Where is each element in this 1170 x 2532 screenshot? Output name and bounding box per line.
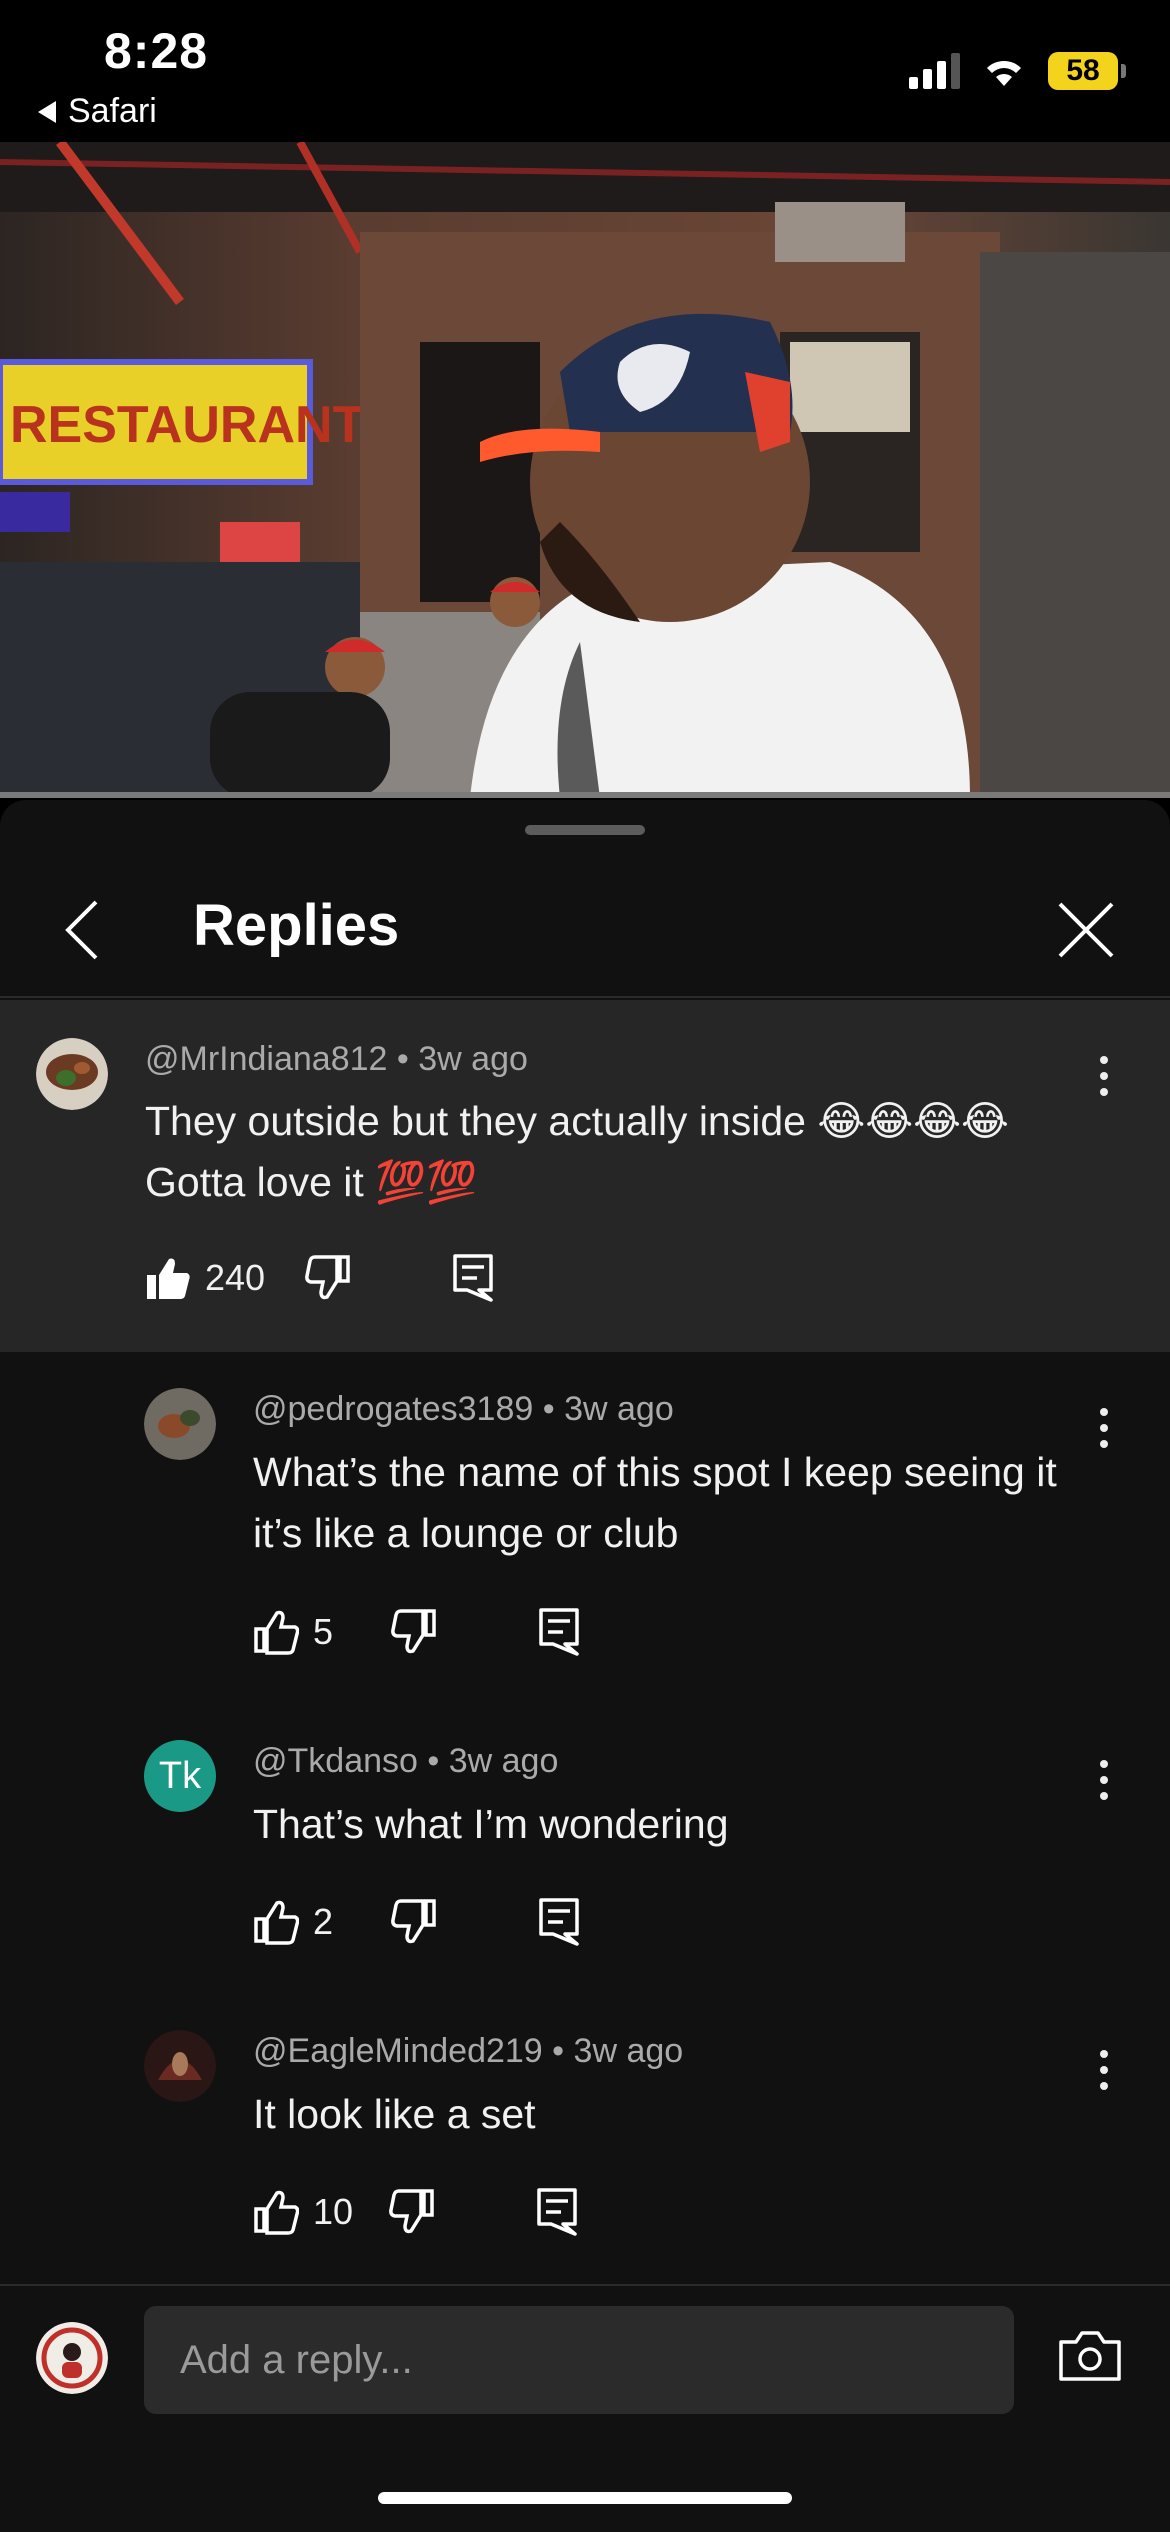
camera-button[interactable] (1058, 2330, 1122, 2387)
comment-age: 3w ago (564, 1390, 674, 1428)
sheet-drag-handle[interactable] (525, 825, 645, 835)
comment-age: 3w ago (573, 2032, 684, 2070)
thumbs-up-icon (254, 1610, 299, 1655)
user-avatar[interactable] (36, 2322, 108, 2394)
comment-icon (453, 1254, 493, 1302)
dislike-button[interactable] (389, 2189, 435, 2235)
comment-text: They outside but they actually inside 😂😂… (145, 1098, 1009, 1205)
thumbs-up-icon (254, 2190, 299, 2235)
wifi-icon (987, 60, 1021, 86)
comment-author[interactable]: @Tkdanso (253, 1742, 418, 1780)
comment-actions: 10 (253, 2182, 577, 2242)
parent-comment: @MrIndiana812 • 3w ago They outside but … (0, 1000, 1170, 1352)
comment-author[interactable]: @EagleMinded219 (253, 2032, 543, 2070)
svg-text:RESTAURANT: RESTAURANT (10, 396, 365, 454)
avatar-image (36, 1038, 108, 1110)
like-count: 240 (205, 1257, 266, 1298)
back-triangle-icon (38, 100, 56, 123)
avatar-image (144, 1388, 216, 1460)
avatar[interactable] (144, 2030, 216, 2102)
reply-item: Tk @Tkdanso • 3w ago That’s what I’m won… (0, 1704, 1170, 1994)
like-button[interactable]: 2 (253, 1899, 333, 1945)
avatar[interactable] (36, 1038, 108, 1110)
reply-button[interactable] (539, 1608, 579, 1656)
comment-text: That’s what I’m wondering (253, 1801, 729, 1847)
meta-separator: • (396, 1040, 419, 1078)
reply-item: @pedrogates3189 • 3w ago What’s the name… (0, 1352, 1170, 1704)
comment-meta: @pedrogates3189 • 3w ago (253, 1390, 674, 1429)
comment-age: 3w ago (418, 1040, 528, 1078)
camera-icon (1059, 2331, 1121, 2381)
status-bar: 8:28 Safari 58 (0, 0, 1170, 142)
kebab-menu-icon (1100, 1760, 1108, 1768)
reply-button[interactable] (539, 1898, 579, 1946)
like-count: 10 (313, 2191, 354, 2232)
reply-button[interactable] (453, 1254, 493, 1302)
status-time: 8:28 (104, 23, 209, 79)
reply-item: @EagleMinded219 • 3w ago It look like a … (0, 1994, 1170, 2282)
dislike-button[interactable] (391, 1609, 437, 1655)
thumbs-down-icon (389, 2189, 434, 2234)
meta-separator: • (552, 2032, 574, 2070)
comment-icon (537, 2188, 577, 2236)
back-app-label: Safari (68, 92, 157, 130)
reply-input[interactable] (144, 2306, 1014, 2414)
like-count: 5 (313, 1611, 334, 1652)
close-icon (1058, 902, 1114, 958)
video-player[interactable]: RESTAURANT (0, 142, 1170, 798)
kebab-menu-icon (1100, 1408, 1108, 1416)
comment-meta: @MrIndiana812 • 3w ago (145, 1040, 528, 1079)
user-avatar-image (36, 2322, 108, 2394)
comment-author[interactable]: @pedrogates3189 (253, 1390, 533, 1428)
like-button[interactable]: 10 (253, 2189, 353, 2235)
home-indicator (378, 2492, 792, 2504)
video-progress-bar[interactable] (0, 792, 1170, 798)
comment-author[interactable]: @MrIndiana812 (145, 1040, 387, 1078)
avatar[interactable] (144, 1388, 216, 1460)
like-count: 2 (313, 1901, 334, 1942)
cellular-signal-icon (909, 53, 960, 89)
avatar[interactable]: Tk (144, 1740, 216, 1812)
thumbs-up-icon (147, 1258, 190, 1299)
like-button[interactable]: 5 (253, 1609, 333, 1655)
like-button[interactable]: 240 (145, 1255, 265, 1301)
video-frame: RESTAURANT (0, 142, 1170, 798)
thumbs-down-icon (391, 1609, 436, 1654)
kebab-menu-icon (1100, 1056, 1108, 1064)
battery-level: 58 (1066, 54, 1100, 87)
thumbs-down-icon (305, 1255, 350, 1300)
comment-actions: 2 (253, 1892, 579, 1952)
thumbs-down-icon (391, 1899, 436, 1944)
comment-icon (539, 1608, 579, 1656)
page-title: Replies (193, 893, 400, 958)
comment-icon (539, 1898, 579, 1946)
avatar-image (144, 2030, 216, 2102)
comment-meta: @EagleMinded219 • 3w ago (253, 2032, 683, 2071)
comment-age: 3w ago (448, 1742, 559, 1780)
meta-separator: • (542, 1390, 565, 1428)
comment-meta: @Tkdanso • 3w ago (253, 1742, 558, 1781)
back-to-app-link[interactable]: Safari (38, 92, 157, 131)
back-button[interactable] (42, 890, 122, 970)
comment-text: What’s the name of this spot I keep seei… (253, 1449, 1057, 1556)
more-options-button[interactable] (1098, 1056, 1110, 1096)
meta-separator: • (427, 1742, 449, 1780)
comment-text: It look like a set (253, 2091, 536, 2137)
comment-actions: 240 (145, 1248, 493, 1308)
thumbs-up-icon (254, 1900, 299, 1945)
dislike-button[interactable] (305, 1255, 351, 1301)
reply-button[interactable] (537, 2188, 577, 2236)
comment-actions: 5 (253, 1602, 579, 1662)
replies-header: Replies (0, 862, 1170, 998)
close-button[interactable] (1046, 890, 1126, 970)
dislike-button[interactable] (391, 1899, 437, 1945)
avatar-initials: Tk (158, 1754, 202, 1797)
kebab-menu-icon (1100, 2050, 1108, 2058)
chevron-left-icon (65, 900, 98, 960)
status-icons: 58 (909, 52, 1126, 90)
battery-icon: 58 (1048, 52, 1126, 90)
